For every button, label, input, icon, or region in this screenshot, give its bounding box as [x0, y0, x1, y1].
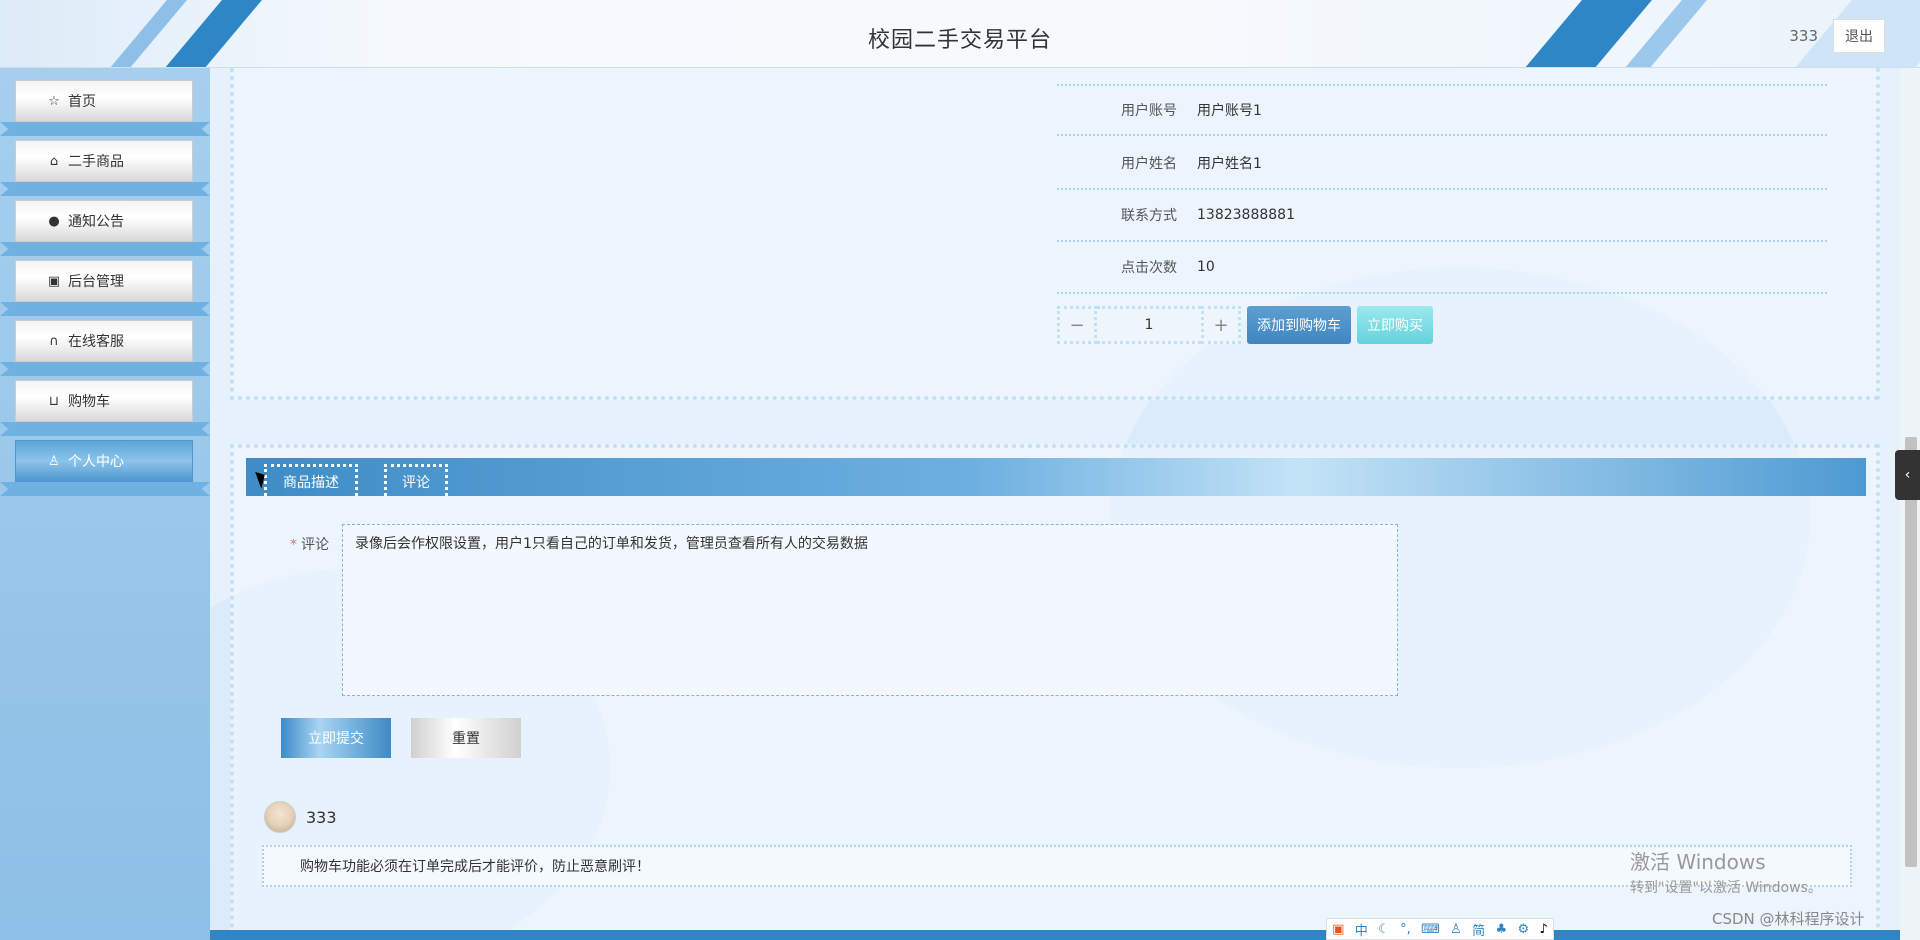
- info-value: 用户姓名1: [1197, 156, 1262, 172]
- comment-field-label: * 评论: [290, 534, 329, 554]
- user-icon: ♙: [48, 453, 60, 469]
- activation-title: 激活 Windows: [1630, 850, 1766, 874]
- info-value: 用户账号1: [1197, 103, 1262, 119]
- ime-mode-simplified[interactable]: 简: [1472, 920, 1485, 939]
- sidebar-item-label: 通知公告: [68, 214, 124, 230]
- scrollbar-thumb[interactable]: [1905, 437, 1917, 867]
- tab-description[interactable]: 商品描述: [264, 464, 358, 496]
- decrease-quantity-button[interactable]: −: [1057, 306, 1097, 344]
- sidebar-item-secondhand-goods[interactable]: ⌂ 二手商品: [0, 134, 210, 196]
- info-row-account: 用户账号 用户账号1: [1057, 84, 1827, 136]
- comment-label-text: 评论: [301, 537, 329, 553]
- required-mark: *: [290, 537, 297, 553]
- increase-quantity-button[interactable]: +: [1201, 306, 1241, 344]
- info-row-clicks: 点击次数 10: [1057, 242, 1827, 294]
- info-label: 用户账号: [1121, 103, 1177, 119]
- sidebar-item-cart[interactable]: ⊔ 购物车: [0, 374, 210, 436]
- sidebar-item-label: 在线客服: [68, 334, 124, 350]
- footer-bar: [210, 930, 1900, 940]
- reset-button[interactable]: 重置: [411, 718, 521, 758]
- sidebar-item-customer-service[interactable]: ∩ 在线客服: [0, 314, 210, 376]
- info-label: 用户姓名: [1121, 156, 1177, 172]
- submit-button[interactable]: 立即提交: [281, 718, 391, 758]
- site-title: 校园二手交易平台: [867, 28, 1052, 53]
- moon-icon: ☾: [1378, 921, 1390, 937]
- tab-comments[interactable]: 评论: [384, 464, 448, 496]
- quantity-input[interactable]: [1097, 306, 1201, 344]
- sidebar-item-home[interactable]: ☆ 首页: [0, 74, 210, 136]
- shirt-icon: ♣: [1495, 921, 1508, 937]
- sidebar: ☆ 首页 ⌂ 二手商品 ● 通知公告 ▣ 后台管理 ∩ 在线客服 ⊔ 购物车 ♙ 个人中心: [0, 68, 210, 940]
- activation-subtitle: 转到"设置"以激活 Windows。: [1630, 880, 1822, 896]
- punctuation-icon: °,: [1400, 921, 1411, 937]
- sidebar-item-profile[interactable]: ♙ 个人中心: [0, 434, 210, 496]
- keyboard-icon: ⌨: [1421, 921, 1440, 937]
- sidebar-item-label: 首页: [68, 94, 96, 110]
- windows-activation-notice: 激活 Windows 转到"设置"以激活 Windows。: [1630, 846, 1822, 897]
- sidebar-divider: [0, 482, 210, 496]
- main-content: 用户账号 用户账号1 用户姓名 用户姓名1 联系方式 13823888881 点…: [210, 68, 1900, 940]
- star-icon: ☆: [48, 93, 60, 109]
- comment-textarea[interactable]: 录像后会作权限设置，用户1只看自己的订单和发货，管理员查看所有人的交易数据: [342, 524, 1398, 696]
- cart-icon: ⊔: [48, 393, 60, 409]
- info-label: 点击次数: [1121, 260, 1177, 276]
- comment-item: 购物车功能必须在订单完成后才能评价，防止恶意刷评！: [262, 845, 1852, 887]
- logout-button[interactable]: 退出: [1833, 19, 1885, 53]
- add-to-cart-button[interactable]: 添加到购物车: [1247, 306, 1351, 344]
- buy-now-button[interactable]: 立即购买: [1357, 306, 1433, 344]
- gear-icon: ⚙: [1517, 921, 1530, 937]
- top-header: 校园二手交易平台 333 退出: [0, 0, 1920, 68]
- ime-toolbar[interactable]: ▣ 中 ☾ °, ⌨ ♙ 简 ♣ ⚙ ♪: [1326, 918, 1554, 940]
- sidebar-item-label: 后台管理: [68, 274, 124, 290]
- sidebar-item-admin[interactable]: ▣ 后台管理: [0, 254, 210, 316]
- sidebar-item-label: 购物车: [68, 394, 110, 410]
- csdn-watermark: CSDN @林科程序设计: [1712, 910, 1865, 928]
- info-value: 10: [1197, 259, 1215, 275]
- sidebar-item-notices[interactable]: ● 通知公告: [0, 194, 210, 256]
- comment-username: 333: [306, 808, 337, 827]
- info-label: 联系方式: [1121, 208, 1177, 224]
- tiktok-icon: ♪: [1539, 921, 1548, 937]
- sidebar-item-label: 二手商品: [68, 154, 124, 170]
- info-row-name: 用户姓名 用户姓名1: [1057, 138, 1827, 190]
- briefcase-icon: ▣: [47, 273, 61, 289]
- comment-content: 购物车功能必须在订单完成后才能评价，防止恶意刷评！: [300, 859, 650, 875]
- headset-icon: ∩: [49, 333, 59, 349]
- current-username: 333: [1789, 27, 1818, 45]
- ime-mode-chinese[interactable]: 中: [1355, 920, 1368, 939]
- info-value: 13823888881: [1197, 207, 1295, 223]
- ime-logo-icon: ▣: [1332, 921, 1345, 937]
- chevron-left-icon[interactable]: ‹: [1895, 450, 1920, 500]
- user-icon: ♙: [1450, 921, 1462, 937]
- info-row-contact: 联系方式 13823888881: [1057, 190, 1827, 242]
- tab-bar: 商品描述 评论: [246, 458, 1866, 496]
- sidebar-item-label: 个人中心: [68, 454, 124, 470]
- alert-icon: ●: [48, 213, 60, 229]
- bag-icon: ⌂: [49, 153, 59, 169]
- quantity-stepper: − + 添加到购物车 立即购买: [1057, 306, 1433, 344]
- avatar: [264, 801, 296, 833]
